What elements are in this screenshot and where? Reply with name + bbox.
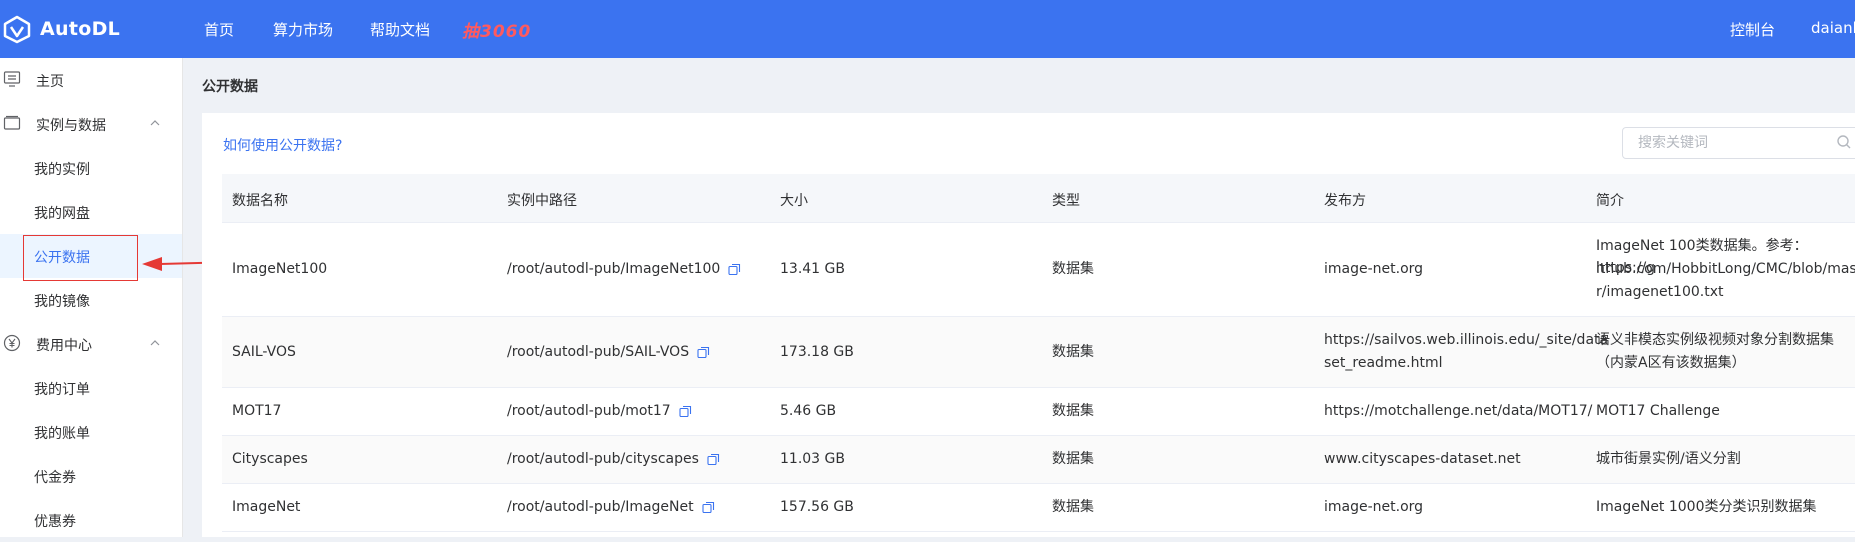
cell-path: /root/autodl-pub/ImageNet100 <box>507 258 741 280</box>
sidebar-item-label: 费用中心 <box>36 338 92 354</box>
sidebar-item-label: 我的镜像 <box>34 294 90 310</box>
cell-name: ImageNet <box>232 499 301 515</box>
table-row: ImageNet /root/autodl-pub/ImageNet 157.5… <box>222 484 1855 532</box>
cell-type: 数据集 <box>1052 261 1094 277</box>
col-header-name: 数据名称 <box>232 193 288 209</box>
nav-home[interactable]: 首页 <box>204 19 234 40</box>
col-header-publisher: 发布方 <box>1324 193 1366 209</box>
folder-icon <box>3 115 21 130</box>
cell-publisher: image-net.org <box>1324 261 1424 277</box>
cell-type: 数据集 <box>1052 451 1094 467</box>
cell-name: ImageNet100 <box>232 261 328 277</box>
sidebar-item-my-orders[interactable]: 我的订单 <box>0 366 182 410</box>
sidebar-item-vouchers[interactable]: 代金券 <box>0 454 182 498</box>
sidebar: 主页 实例与数据 我的实例 我的网盘 公开数据 我的镜像 费用中心 我的订单 我… <box>0 58 183 537</box>
cell-publisher: https://sailvos.web.illinois.edu/_site/d… <box>1324 332 1609 348</box>
cell-size: 157.56 GB <box>780 499 854 515</box>
logo-text: AutoDL <box>40 18 121 40</box>
cell-publisher: www.cityscapes-dataset.net <box>1324 451 1521 467</box>
sidebar-item-my-images[interactable]: 我的镜像 <box>0 278 182 322</box>
cell-name: MOT17 <box>232 403 282 419</box>
cell-path: /root/autodl-pub/mot17 <box>507 400 692 422</box>
col-header-path: 实例中路径 <box>507 193 577 209</box>
path-text: /root/autodl-pub/cityscapes <box>507 451 699 467</box>
cell-name: Cityscapes <box>232 451 308 467</box>
sidebar-group-billing[interactable]: 费用中心 <box>0 322 182 366</box>
copy-icon[interactable] <box>728 263 741 276</box>
col-header-size: 大小 <box>780 193 808 209</box>
sidebar-item-label: 我的订单 <box>34 382 90 398</box>
sidebar-item-my-instances[interactable]: 我的实例 <box>0 146 182 190</box>
sidebar-item-label: 我的实例 <box>34 162 90 178</box>
col-header-type: 类型 <box>1052 193 1080 209</box>
sidebar-item-my-netdisk[interactable]: 我的网盘 <box>0 190 182 234</box>
chevron-up-icon <box>150 340 160 346</box>
sidebar-item-label: 我的网盘 <box>34 206 90 222</box>
page-title: 公开数据 <box>202 79 258 95</box>
cell-size: 13.41 GB <box>780 261 845 277</box>
table-row: MOT17 /root/autodl-pub/mot17 5.46 GB 数据集… <box>222 388 1855 436</box>
console-link[interactable]: 控制台 <box>1730 19 1775 40</box>
search-input[interactable] <box>1622 127 1855 159</box>
chevron-up-icon <box>150 120 160 126</box>
sidebar-item-my-bills[interactable]: 我的账单 <box>0 410 182 454</box>
cell-desc: 城市街景实例/语义分割 <box>1596 451 1741 467</box>
cell-desc: MOT17 Challenge <box>1596 403 1720 419</box>
cell-size: 11.03 GB <box>780 451 845 467</box>
cell-name: SAIL-VOS <box>232 344 296 360</box>
sidebar-item-coupons[interactable]: 优惠券 <box>0 498 182 542</box>
cell-publisher: image-net.org <box>1324 499 1424 515</box>
cell-publisher: set_readme.html <box>1324 355 1443 371</box>
autodl-logo-icon <box>3 15 31 44</box>
top-navbar: AutoDL 首页 算力市场 帮助文档 抽3060 控制台 daianb <box>0 0 1855 58</box>
table-row: Cityscapes /root/autodl-pub/cityscapes 1… <box>222 436 1855 484</box>
path-text: /root/autodl-pub/SAIL-VOS <box>507 344 690 360</box>
nav-compute-market[interactable]: 算力市场 <box>273 19 333 40</box>
nav-promo-3060[interactable]: 抽3060 <box>462 17 531 42</box>
sidebar-item-label: 公开数据 <box>34 250 90 266</box>
nav-help-docs[interactable]: 帮助文档 <box>370 19 430 40</box>
table-row: SAIL-VOS /root/autodl-pub/SAIL-VOS 173.1… <box>222 317 1855 388</box>
path-text: /root/autodl-pub/ImageNet100 <box>507 261 721 277</box>
cell-desc: （内蒙A区有该数据集） <box>1596 355 1746 371</box>
logo[interactable]: AutoDL <box>2 13 120 45</box>
sidebar-group-instances-data[interactable]: 实例与数据 <box>0 102 182 146</box>
help-link[interactable]: 如何使用公开数据? <box>223 135 342 155</box>
sidebar-item-label: 优惠券 <box>34 514 76 530</box>
home-icon <box>3 71 21 87</box>
cell-desc: 语义非模态实例级视频对象分割数据集 <box>1596 332 1834 348</box>
sidebar-item-home[interactable]: 主页 <box>0 58 182 102</box>
cell-publisher: https://motchallenge.net/data/MOT17/ <box>1324 403 1593 419</box>
cell-path: /root/autodl-pub/cityscapes <box>507 448 720 470</box>
copy-icon[interactable] <box>697 346 710 359</box>
cell-size: 5.46 GB <box>780 403 837 419</box>
copy-icon[interactable] <box>702 501 715 514</box>
sidebar-item-label: 我的账单 <box>34 426 90 442</box>
path-text: /root/autodl-pub/mot17 <box>507 403 671 419</box>
cell-type: 数据集 <box>1052 499 1094 515</box>
sidebar-item-public-data[interactable]: 公开数据 <box>0 234 182 278</box>
sidebar-item-label: 实例与数据 <box>36 118 106 134</box>
cell-type: 数据集 <box>1052 344 1094 360</box>
cell-path: /root/autodl-pub/ImageNet <box>507 496 715 518</box>
table-header: 数据名称 实例中路径 大小 类型 发布方 简介 <box>222 174 1855 223</box>
yen-icon <box>3 334 21 352</box>
sidebar-item-label: 代金券 <box>34 470 76 486</box>
copy-icon[interactable] <box>679 405 692 418</box>
cell-desc: ithub.com/HobbitLong/CMC/blob/maste <box>1596 261 1855 277</box>
cell-desc: r/imagenet100.txt <box>1596 284 1724 300</box>
cell-path: /root/autodl-pub/SAIL-VOS <box>507 341 710 363</box>
path-text: /root/autodl-pub/ImageNet <box>507 499 694 515</box>
copy-icon[interactable] <box>707 453 720 466</box>
user-name[interactable]: daianb <box>1811 19 1855 37</box>
cell-type: 数据集 <box>1052 403 1094 419</box>
table-row: ImageNet100 /root/autodl-pub/ImageNet100… <box>222 223 1855 317</box>
cell-size: 173.18 GB <box>780 344 854 360</box>
col-header-desc: 简介 <box>1596 193 1624 209</box>
sidebar-item-label: 主页 <box>36 74 64 90</box>
cell-desc: ImageNet 1000类分类识别数据集 <box>1596 499 1817 515</box>
search-icon[interactable] <box>1836 134 1852 150</box>
